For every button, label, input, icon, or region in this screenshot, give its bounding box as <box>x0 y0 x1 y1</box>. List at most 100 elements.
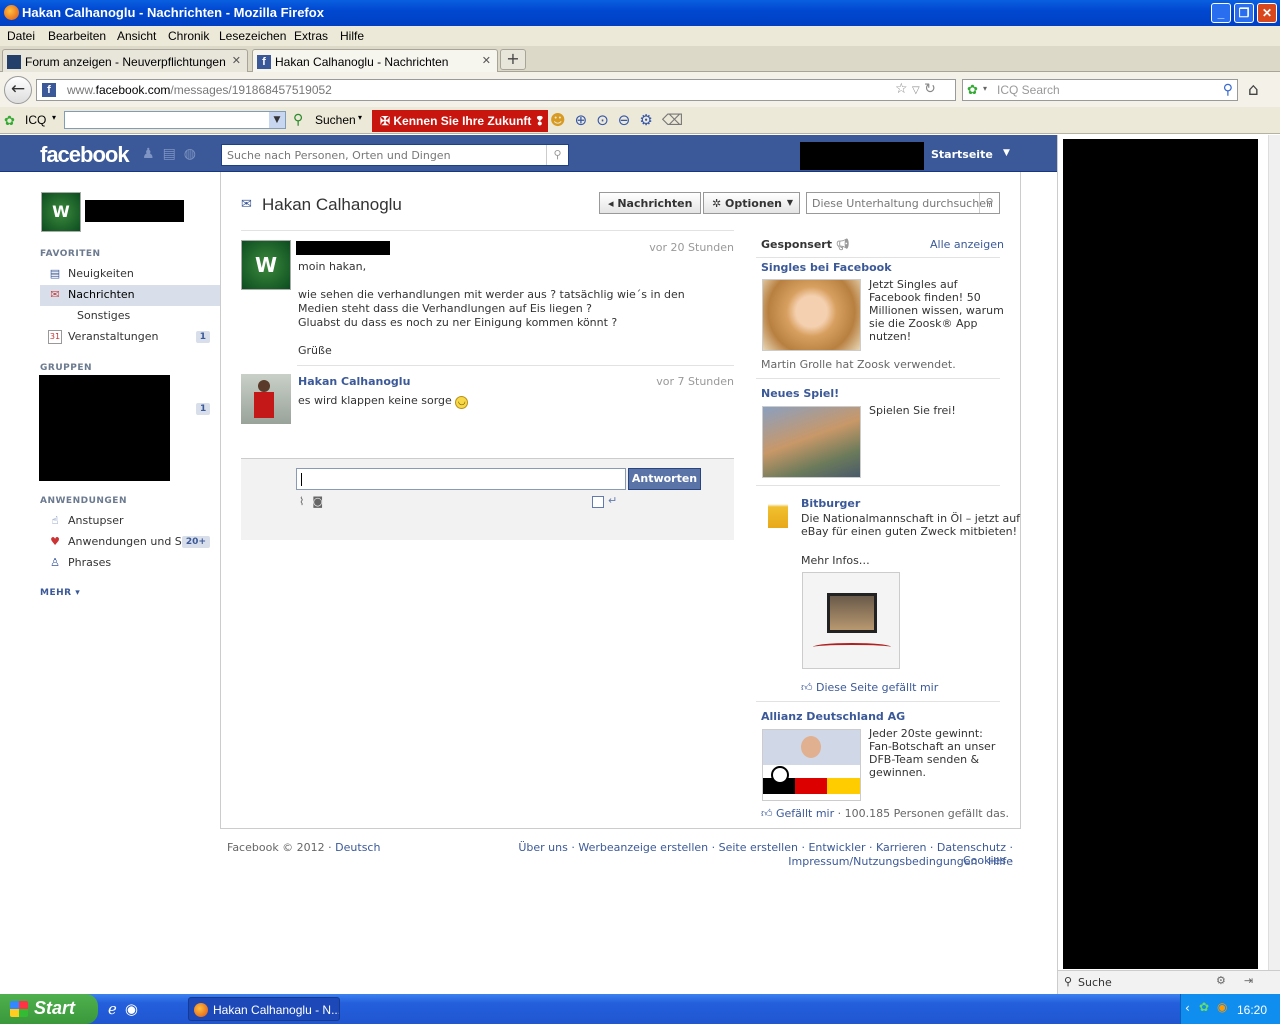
ad-title[interactable]: Allianz Deutschland AG <box>761 710 905 723</box>
sidebar-item-veranstaltungen[interactable]: 31 Veranstaltungen 1 <box>40 327 220 348</box>
chat-scrollbar[interactable] <box>1268 135 1280 970</box>
profile-avatar[interactable]: W <box>41 192 81 232</box>
icq-tray-icon[interactable]: ✿ <box>1199 1000 1209 1014</box>
facebook-search-input[interactable]: Suche nach Personen, Orten und Dingen ⚲ <box>221 144 569 166</box>
chevron-down-icon[interactable]: ▼ <box>269 112 285 128</box>
sender-avatar[interactable]: W <box>241 240 291 290</box>
ad-image-game[interactable] <box>762 406 861 478</box>
chevron-down-icon[interactable]: ▾ <box>358 113 362 122</box>
like-page-link[interactable]: 👍︎ Diese Seite gefällt mir <box>801 681 938 694</box>
reply-attachment-icons: ⌇◙ <box>299 495 331 508</box>
home-link[interactable]: Startseite <box>931 148 993 161</box>
sidebar-item-neuigkeiten[interactable]: ▤ Neuigkeiten <box>40 264 220 285</box>
language-link[interactable]: Deutsch <box>335 841 380 854</box>
tab-forum[interactable]: Forum anzeigen - Neuverpflichtungen ✕ <box>2 49 248 72</box>
ad-title[interactable]: Bitburger <box>801 497 860 510</box>
search-icon[interactable]: ⚲ <box>979 193 999 213</box>
window-title-bar[interactable]: Hakan Calhanoglu - Nachrichten - Mozilla… <box>0 0 1280 26</box>
search-icon[interactable]: ⚲ <box>546 145 568 165</box>
maximize-button[interactable]: ❐ <box>1234 3 1254 23</box>
ad-image-allianz[interactable] <box>762 729 861 801</box>
ad-text-line: nutzen! <box>869 330 912 343</box>
conversation-icon: ✉ <box>241 197 252 212</box>
friend-requests-icon[interactable]: ♟ <box>142 146 163 162</box>
tab-close-icon[interactable]: ✕ <box>232 54 241 67</box>
facebook-logo[interactable]: facebook <box>40 142 130 168</box>
chevron-down-icon[interactable]: ▾ <box>983 84 987 93</box>
start-button[interactable]: Start <box>0 994 98 1024</box>
close-button[interactable]: ✕ <box>1257 3 1277 23</box>
ad-image-singles[interactable] <box>762 279 861 351</box>
ad-image-painting[interactable] <box>802 572 900 669</box>
search-icon[interactable]: ⚲ <box>293 111 303 128</box>
icq-search-button[interactable]: Suchen <box>315 113 356 127</box>
attach-paperclip-icon[interactable]: ⌇ <box>299 495 312 508</box>
search-bar[interactable]: ✿ ▾ ICQ Search ⚲ <box>962 79 1238 101</box>
promo-button[interactable]: ✠ Kennen Sie Ihre Zukunft ❢ <box>372 110 548 132</box>
more-link[interactable]: MEHR ▾ <box>40 588 80 598</box>
gear-icon[interactable]: ⚙ <box>1216 974 1226 987</box>
bookmark-star-icon[interactable]: ☆ <box>895 81 908 97</box>
icq-label[interactable]: ICQ <box>25 113 46 127</box>
minimize-button[interactable]: _ <box>1211 3 1231 23</box>
account-menu-chevron-icon[interactable]: ▼ <box>1003 148 1010 158</box>
reload-icon[interactable]: ↻ <box>924 81 936 97</box>
eraser-icon[interactable]: ⌫ <box>662 111 692 129</box>
ad-title[interactable]: Neues Spiel! <box>761 387 839 400</box>
messages-icon[interactable]: ▤ <box>163 146 184 162</box>
copyright-text: Facebook © 2012 · <box>227 841 332 854</box>
menu-ansicht[interactable]: Ansicht <box>117 29 156 43</box>
favorites-title: FAVORITEN <box>40 249 101 259</box>
sidebar-item-anstupser[interactable]: ☝ Anstupser <box>40 511 220 532</box>
options-button[interactable]: ✲ Optionen ▼ <box>703 192 800 214</box>
chat-search-input[interactable]: Suche <box>1078 976 1112 989</box>
back-to-messages-button[interactable]: ◂ Nachrichten <box>599 192 702 214</box>
reply-input[interactable] <box>296 468 626 490</box>
smiley-icon[interactable]: ☻ <box>550 111 575 129</box>
popout-icon[interactable]: ⇥ <box>1244 974 1253 987</box>
home-icon[interactable]: ⌂ <box>1248 80 1259 100</box>
footer-links-2[interactable]: Impressum/Nutzungsbedingungen · Hilfe <box>500 855 1013 868</box>
tray-expand-icon[interactable]: ‹ <box>1185 1001 1190 1015</box>
sidebar-item-phrases[interactable]: ♙ Phrases <box>40 553 220 574</box>
tab-nachrichten[interactable]: f Hakan Calhanoglu - Nachrichten ✕ <box>252 49 498 72</box>
notifications-globe-icon[interactable]: ◍ <box>184 146 204 162</box>
icq-search-select[interactable]: ▼ <box>64 111 286 129</box>
new-tab-button[interactable]: + <box>500 49 526 70</box>
tools-icon[interactable]: ⚙ <box>639 111 661 129</box>
ad-more-info[interactable]: Mehr Infos… <box>801 554 870 567</box>
menu-datei[interactable]: Datei <box>7 29 35 43</box>
enter-to-send-checkbox[interactable] <box>592 496 604 508</box>
tray-app-icon[interactable]: ◉ <box>1217 1000 1227 1014</box>
zoom-out-icon[interactable]: ⊖ <box>618 111 640 129</box>
sidebar-item-label: Sonstiges <box>77 309 131 322</box>
menu-hilfe[interactable]: Hilfe <box>340 29 364 43</box>
sidebar-item-sonstiges[interactable]: Sonstiges <box>40 306 220 327</box>
ad-title[interactable]: Singles bei Facebook <box>761 261 892 274</box>
url-bar[interactable]: f www.facebook.com/messages/191868457519… <box>36 79 956 101</box>
zoom-in-icon[interactable]: ⊕ <box>575 111 597 129</box>
menu-lesezeichen[interactable]: Lesezeichen <box>219 29 286 43</box>
sidebar-item-anwendungen[interactable]: ♥ Anwendungen und S... 20+ <box>40 532 220 553</box>
reply-button[interactable]: Antworten <box>628 468 701 490</box>
search-icon[interactable]: ⚲ <box>1223 81 1233 98</box>
back-button[interactable]: ← <box>4 76 32 104</box>
taskbar-item-firefox[interactable]: Hakan Calhanoglu - N... <box>188 997 340 1021</box>
conversation-search-input[interactable]: Diese Unterhaltung durchsuchen ⚲ <box>806 192 1000 214</box>
zoom-reset-icon[interactable]: ⊙ <box>596 111 618 129</box>
camera-icon[interactable]: ◙ <box>312 495 331 508</box>
hakan-avatar[interactable] <box>241 374 291 424</box>
ad-like-row: 👍︎ Gefällt mir · 100.185 Personen gefäll… <box>761 807 1009 820</box>
dropdown-icon[interactable]: ▽ <box>912 85 920 96</box>
see-all-ads-link[interactable]: Alle anzeigen <box>930 238 1004 251</box>
like-link[interactable]: Gefällt mir <box>776 807 834 820</box>
menu-extras[interactable]: Extras <box>294 29 328 43</box>
menu-bearbeiten[interactable]: Bearbeiten <box>48 29 106 43</box>
message-sender-name[interactable]: Hakan Calhanoglu <box>298 375 410 388</box>
firefox-icon[interactable]: ◉ <box>125 1000 146 1018</box>
tab-close-icon[interactable]: ✕ <box>482 54 491 67</box>
sidebar-item-nachrichten[interactable]: ✉ Nachrichten <box>40 285 220 306</box>
ie-icon[interactable]: ℯ <box>108 1000 125 1018</box>
chevron-down-icon[interactable]: ▾ <box>52 113 56 122</box>
menu-chronik[interactable]: Chronik <box>168 29 209 43</box>
